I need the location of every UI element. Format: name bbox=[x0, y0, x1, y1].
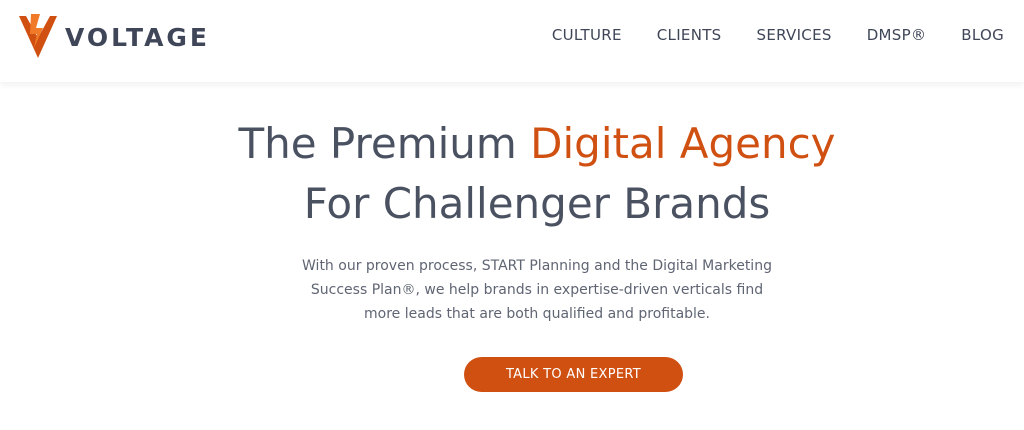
nav-item-culture[interactable]: CULTURE bbox=[552, 25, 622, 45]
page: VOLTAGE CULTURE CLIENTS SERVICES DMSP® B… bbox=[0, 0, 1024, 430]
hero-section: The Premium Digital Agency For Challenge… bbox=[0, 82, 1024, 430]
nav-item-dmsp[interactable]: DMSP® bbox=[867, 25, 927, 45]
main-nav: CULTURE CLIENTS SERVICES DMSP® BLOG bbox=[552, 25, 1004, 45]
logo-link[interactable]: VOLTAGE bbox=[19, 14, 210, 58]
hero-desc-line2: Success Plan®, we help brands in experti… bbox=[310, 282, 764, 298]
hero-title-part1: The Premium bbox=[238, 119, 531, 168]
brand-name: VOLTAGE bbox=[65, 22, 211, 52]
nav-item-blog[interactable]: BLOG bbox=[961, 25, 1004, 45]
hero-title-line2: For Challenger Brands bbox=[303, 179, 771, 228]
hero-desc-line1: With our proven process, START Planning … bbox=[302, 258, 772, 274]
nav-item-clients[interactable]: CLIENTS bbox=[657, 25, 722, 45]
talk-to-expert-button[interactable]: TALK TO AN EXPERT bbox=[464, 357, 683, 392]
voltage-logo-icon bbox=[19, 14, 57, 58]
hero-description: With our proven process, START Planning … bbox=[0, 254, 1024, 326]
nav-item-services[interactable]: SERVICES bbox=[757, 25, 832, 45]
site-header: VOLTAGE CULTURE CLIENTS SERVICES DMSP® B… bbox=[0, 0, 1024, 82]
hero-desc-line3: more leads that are both qualified and p… bbox=[364, 306, 710, 322]
hero-title: The Premium Digital Agency For Challenge… bbox=[0, 114, 1024, 234]
hero-title-accent: Digital Agency bbox=[530, 119, 836, 168]
